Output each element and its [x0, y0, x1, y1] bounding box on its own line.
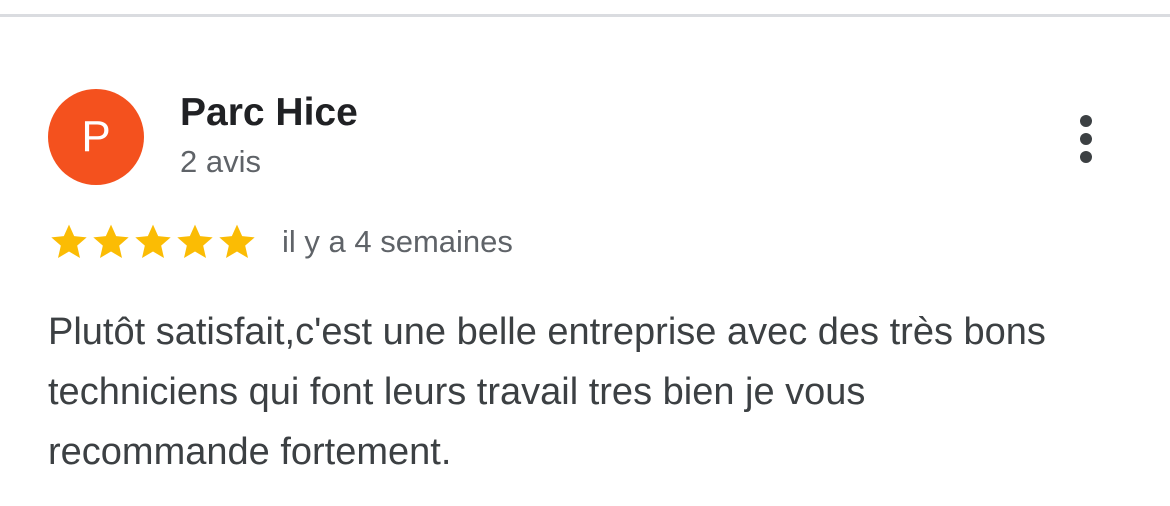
avatar[interactable]: P — [48, 89, 144, 185]
review-text: Plutôt satisfait,c'est une belle entrepr… — [48, 311, 1046, 473]
star-icon — [177, 224, 213, 258]
star-icon — [93, 224, 129, 258]
star-icon — [219, 224, 255, 258]
more-vertical-icon — [1080, 115, 1092, 163]
star-icon — [135, 224, 171, 258]
review-card: P Parc Hice 2 avis il y a 4 semaines Plu… — [0, 17, 1170, 506]
star-icon — [51, 224, 87, 258]
review-date: il y a 4 semaines — [282, 224, 513, 259]
avatar-initial: P — [81, 112, 111, 161]
reviewer-name[interactable]: Parc Hice — [180, 91, 358, 135]
reviewer-review-count: 2 avis — [180, 144, 261, 179]
star-rating — [48, 222, 258, 262]
rating-row: il y a 4 semaines — [48, 221, 513, 263]
more-options-button[interactable] — [1062, 109, 1110, 169]
